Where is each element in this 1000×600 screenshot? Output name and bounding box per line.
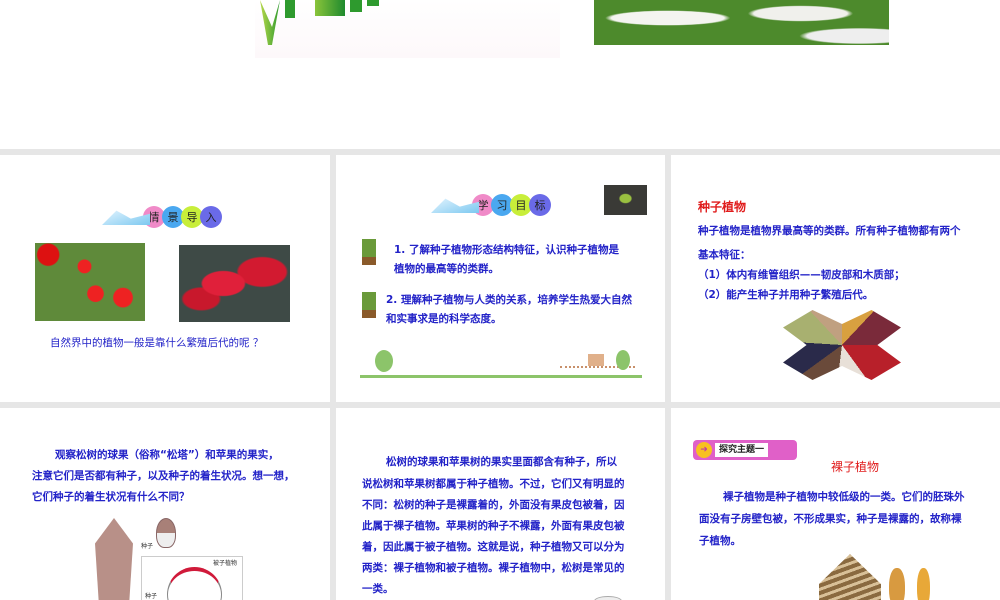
landscape-illustration <box>360 350 642 378</box>
body-text: 它们种子的着生状况有什么不同？ <box>32 491 190 503</box>
sprout-photo <box>604 185 647 215</box>
body-text: 种子植物是植物界最高等的类群。所有种子植物都有两个 <box>698 225 961 237</box>
diagram-label: 种子 <box>141 543 154 550</box>
question-caption: 自然界中的植物一般是靠什么繁殖后代的呢 ？ <box>50 337 264 349</box>
slide-thumbnail-1[interactable] <box>0 0 1000 149</box>
slide-thumbnail-5[interactable]: 观察松树的球果（俗称“松塔”）和苹果的果实， 注意它们是否都有种子，以及种子的着… <box>0 408 330 600</box>
body-text: 说松树和苹果树都属于种子植物。不过，它们又有明显的 <box>362 478 625 490</box>
pine-cone-image <box>819 554 881 600</box>
goal-text: 植物的最高等的类群。 <box>394 263 499 275</box>
body-text: 着，因此属于被子植物。这就是说，种子植物又可以分为 <box>362 541 625 553</box>
banner-char: 入 <box>200 206 222 228</box>
topic-tag-label: 探究主题一 <box>715 443 769 457</box>
seeds-mosaic-image <box>783 310 901 380</box>
body-text: 观察松树的球果（俗称“松塔”）和苹果的果实， <box>55 449 279 461</box>
topic-tag: ➜ 探究主题一 <box>693 440 797 460</box>
slide-thumbnail-2[interactable]: 情 景 导 入 自然界中的植物一般是靠什么繁殖后代的呢 ？ <box>0 155 330 402</box>
red-berries-photo <box>179 245 290 322</box>
red-flower-photo <box>35 243 145 321</box>
pine-scale-diagram <box>156 518 176 548</box>
goal-text: 1. 了解种子植物形态结构特征，认识种子植物是 <box>394 244 619 256</box>
book-icon <box>102 210 150 225</box>
body-text: 一类。 <box>362 583 394 595</box>
slide-thumbnail-4[interactable]: 种子植物 种子植物是植物界最高等的类群。所有种子植物都有两个 基本特征： （1）… <box>671 155 1000 402</box>
section-banner: 情 景 导 入 <box>102 206 222 228</box>
banner-char: 标 <box>529 194 551 216</box>
body-text: 基本特征： <box>698 249 751 261</box>
body-text: 两类：裸子植物和被子植物。裸子植物中，松树是常见的 <box>362 562 625 574</box>
body-text: （2）能产生种子并用种子繁殖后代。 <box>698 289 874 301</box>
illustration-partial <box>594 596 622 600</box>
diagram-label: 被子植物 <box>213 560 238 567</box>
potted-plant-icon <box>362 292 376 318</box>
body-text: 裸子植物是种子植物中较低级的一类。它们的胚珠外 <box>723 491 965 503</box>
body-text: 不同：松树的种子是裸露着的，外面没有果皮包被着，因 <box>362 499 625 511</box>
slide-thumbnail-3[interactable]: 学 习 目 标 1. 了解种子植物形态结构特征，认识种子植物是 植物的最高等的类… <box>336 155 665 402</box>
goal-text: 和实事求是的科学态度。 <box>386 313 502 325</box>
pine-cone-section-diagram <box>95 518 133 600</box>
body-text: 注意它们是否都有种子，以及种子的着生状况。想一想， <box>32 470 295 482</box>
pine-seed-image <box>889 568 905 600</box>
body-text: 此属于裸子植物。苹果树的种子不裸露，外面有果皮包被 <box>362 520 625 532</box>
slide-title: 种子植物 <box>698 200 747 214</box>
body-text: 子植物。 <box>699 535 741 547</box>
body-text: 松树的球果和苹果树的果实里面都含有种子，所以 <box>386 456 617 468</box>
pine-seed-image <box>917 568 930 600</box>
grass-illustration <box>255 0 560 58</box>
diagram-label: 种子 <box>145 593 158 600</box>
section-banner: 学 习 目 标 <box>431 194 551 216</box>
body-text: （1）体内有维管组织——韧皮部和木质部； <box>698 269 905 281</box>
white-flower-photo <box>594 0 889 45</box>
slide-thumbnail-6[interactable]: 松树的球果和苹果树的果实里面都含有种子，所以 说松树和苹果树都属于种子植物。不过… <box>336 408 665 600</box>
slide-thumbnail-7[interactable]: ➜ 探究主题一 裸子植物 裸子植物是种子植物中较低级的一类。它们的胚珠外 面没有… <box>671 408 1000 600</box>
body-text: 面没有子房壁包被，不形成果实，种子是裸露的，故称裸 <box>699 513 962 525</box>
goal-text: 2. 理解种子植物与人类的关系，培养学生热爱大自然 <box>386 294 632 306</box>
potted-plant-icon <box>362 239 376 265</box>
book-icon <box>431 198 479 213</box>
arrow-circle-icon: ➜ <box>696 442 712 458</box>
slide-title: 裸子植物 <box>831 460 880 474</box>
